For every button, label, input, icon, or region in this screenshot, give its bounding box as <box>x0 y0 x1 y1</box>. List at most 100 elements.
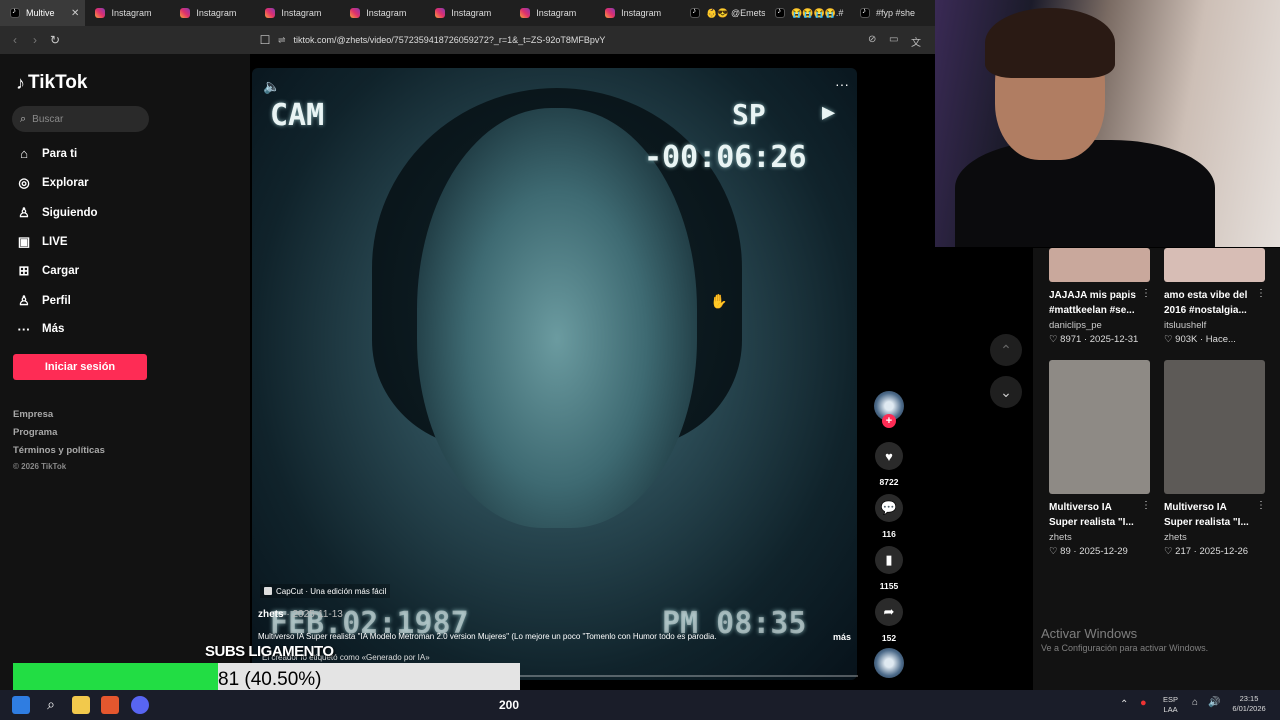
browser-tab[interactable]: Instagram <box>85 0 170 26</box>
save-action[interactable]: ▮ 1155 <box>875 546 903 591</box>
language-indicator[interactable]: ESP LAA <box>1163 695 1178 715</box>
video-thumbnail[interactable] <box>1049 248 1150 282</box>
save-count: 1155 <box>879 581 899 591</box>
taskbar-search-icon[interactable]: ⌕ <box>42 696 60 714</box>
comment-icon[interactable]: 💬 <box>875 494 903 522</box>
back-icon[interactable]: ‹ <box>5 33 25 47</box>
browser-tab[interactable]: Instagram <box>255 0 340 26</box>
browser-tab[interactable]: 😭😭😭😭.# <box>765 0 850 26</box>
bookmark-save-icon[interactable]: ▮ <box>875 546 903 574</box>
music-disc-avatar[interactable] <box>874 648 904 678</box>
video-card-title[interactable]: amo esta vibe del 2016 #nostalgia... <box>1164 288 1256 318</box>
volume-tray-icon[interactable]: 🔊 <box>1208 698 1220 708</box>
browser-tab-label: Instagram <box>451 8 492 18</box>
sidebar-item-explorar[interactable]: ◎ Explorar <box>16 175 88 191</box>
card-more-icon[interactable]: ⋮ <box>1256 500 1266 511</box>
sidebar-item-m-s[interactable]: ··· Más <box>16 322 65 337</box>
video-card-author[interactable]: zhets <box>1164 532 1187 543</box>
video-card-author[interactable]: itsluushelf <box>1164 320 1206 331</box>
browser-tab[interactable]: Instagram <box>170 0 255 26</box>
search-box[interactable]: ⌕ <box>12 106 149 132</box>
reload-icon[interactable]: ↻ <box>45 33 65 47</box>
instagram-favicon-icon <box>265 8 276 18</box>
windows-start-icon[interactable] <box>12 696 30 714</box>
caption-more-link[interactable]: más <box>833 632 851 642</box>
video-thumbnail[interactable] <box>1164 360 1265 494</box>
heart-icon[interactable]: ♥ <box>875 442 903 470</box>
browser-tab[interactable]: #fyp #she <box>850 0 935 26</box>
video-card-title[interactable]: JAJAJA mis papis #mattkeelan #se... <box>1049 288 1141 318</box>
video-card-title[interactable]: Multiverso IA Super realista "I... <box>1049 500 1141 530</box>
browser-tab-label: Instagram <box>536 8 577 18</box>
discord-icon[interactable] <box>131 696 149 714</box>
network-icon[interactable]: ⌂ <box>1192 698 1198 708</box>
brave-browser-icon[interactable] <box>101 696 119 714</box>
footer-link-empresa[interactable]: Empresa <box>13 409 53 420</box>
tray-expand-icon[interactable]: ⌃ <box>1120 700 1128 710</box>
tab-close-icon[interactable]: ✕ <box>71 8 79 19</box>
scroll-up-button[interactable]: ⌃ <box>990 334 1022 366</box>
footer-link-programa[interactable]: Programa <box>13 427 57 438</box>
browser-tab[interactable]: Instagram <box>340 0 425 26</box>
browser-tab[interactable]: 👶😎 @Emets <box>680 0 765 26</box>
browser-tab[interactable]: Instagram <box>595 0 680 26</box>
forward-icon[interactable]: › <box>25 33 45 47</box>
video-card-author[interactable]: daniclips_pe <box>1049 320 1102 331</box>
subs-goal-title: SUBS LIGAMENTO <box>205 643 334 660</box>
subs-goal-value: 81 (40.50%) <box>218 669 322 690</box>
lang-top: ESP <box>1163 695 1179 704</box>
lang-bottom: LAA <box>1163 705 1178 714</box>
share-icon[interactable]: ➦ <box>875 598 903 626</box>
site-info-icon[interactable]: ⇌ <box>278 35 286 46</box>
footer-link-terms[interactable]: Términos y políticas <box>13 445 105 456</box>
follow-button[interactable]: + <box>882 414 896 428</box>
address-bar[interactable]: ⇌ tiktok.com/@zhets/video/75723594187260… <box>278 31 858 49</box>
login-button[interactable]: Iniciar sesión <box>13 354 147 380</box>
video-progress-bar[interactable] <box>520 675 858 677</box>
upload-icon: ⊞ <box>18 263 30 279</box>
video-thumbnail[interactable] <box>1164 248 1265 282</box>
browser-tab-label: Instagram <box>196 8 237 18</box>
like-action[interactable]: ♥ 8722 <box>875 442 903 487</box>
capcut-badge[interactable]: CapCut · Una edición más fácil <box>260 584 391 598</box>
video-card-author[interactable]: zhets <box>1049 532 1072 543</box>
bookmark-icon[interactable]: ☐ <box>255 33 275 47</box>
comment-action[interactable]: 💬 116 <box>875 494 903 539</box>
browser-tab[interactable]: Instagram <box>510 0 595 26</box>
heart-outline-icon: ♡ <box>1049 334 1061 345</box>
tiktok-logo[interactable]: ♪ TikTok <box>16 72 87 94</box>
browser-tab[interactable]: Multive ✕ <box>0 0 86 26</box>
instagram-favicon-icon <box>180 8 191 18</box>
volume-icon[interactable]: 🔈 <box>263 78 280 95</box>
sidebar-item-siguiendo[interactable]: ♙ Siguiendo <box>16 205 97 221</box>
reader-mode-icon[interactable]: ⊘ <box>868 34 876 45</box>
card-more-icon[interactable]: ⋮ <box>1141 288 1151 299</box>
file-explorer-icon[interactable] <box>72 696 90 714</box>
share-action[interactable]: ➦ 152 <box>875 598 903 643</box>
video-card-title[interactable]: Multiverso IA Super realista "I... <box>1164 500 1256 530</box>
tray-app-icon[interactable]: ● <box>1140 698 1147 709</box>
search-input[interactable] <box>32 113 133 125</box>
scroll-down-button[interactable]: ⌄ <box>990 376 1022 408</box>
sidebar-item-label: Cargar <box>42 265 80 278</box>
card-more-icon[interactable]: ⋮ <box>1141 500 1151 511</box>
video-author[interactable]: zhets <box>258 609 284 620</box>
sidebar-item-perfil[interactable]: ♙ Perfil <box>16 293 71 309</box>
clock-date: 6/01/2026 <box>1232 704 1266 713</box>
card-more-icon[interactable]: ⋮ <box>1256 288 1266 299</box>
browser-tab-strip: Multive ✕ Instagram Instagram Instagram Insta… <box>0 0 935 26</box>
translate-icon[interactable]: 文 <box>911 34 921 49</box>
meta-separator: · <box>1070 546 1080 557</box>
sidebar-item-para-ti[interactable]: ⌂ Para ti <box>16 146 77 161</box>
browser-tab[interactable]: Instagram <box>425 0 510 26</box>
sidebar-item-live[interactable]: ▣ LIVE <box>16 234 68 250</box>
video-more-icon[interactable]: ··· <box>835 76 849 92</box>
screenshot-icon[interactable]: ▭ <box>889 34 898 45</box>
sidebar-item-label: Perfil <box>42 294 71 307</box>
video-card-date: 2025-12-31 <box>1089 334 1139 345</box>
sidebar-item-cargar[interactable]: ⊞ Cargar <box>16 263 80 279</box>
vhs-sp-label: SP <box>732 98 766 131</box>
video-thumbnail[interactable] <box>1049 360 1150 494</box>
clock[interactable]: 23:15 6/01/2026 <box>1228 694 1270 714</box>
profile-icon: ♙ <box>18 292 30 308</box>
